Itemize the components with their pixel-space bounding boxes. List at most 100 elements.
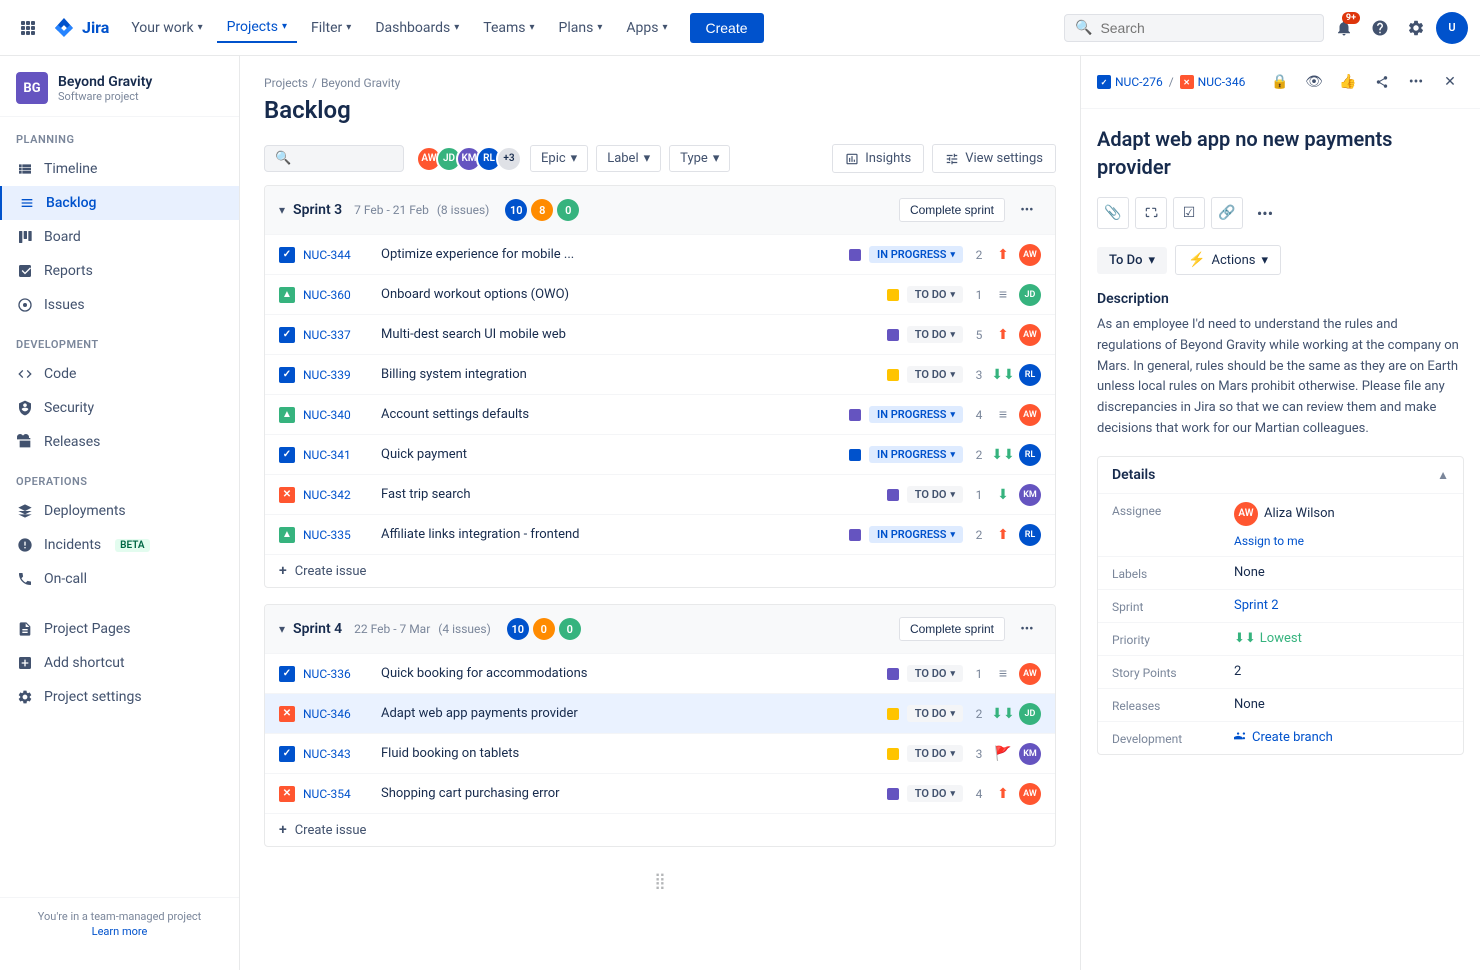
issue-status-badge[interactable]: TO DO ▾ — [907, 326, 963, 343]
issue-key[interactable]: NUC-342 — [303, 488, 373, 502]
issue-key[interactable]: NUC-360 — [303, 288, 373, 302]
assign-to-me-link[interactable]: Assign to me — [1234, 534, 1304, 548]
sidebar-item-board[interactable]: Board — [0, 220, 239, 254]
table-row[interactable]: ▲ NUC-335 Affiliate links integration - … — [265, 514, 1055, 554]
actions-button[interactable]: ⚡ Actions ▾ — [1175, 245, 1281, 275]
issue-key[interactable]: NUC-337 — [303, 328, 373, 342]
table-row[interactable]: ✓ NUC-343 Fluid booking on tablets TO DO… — [265, 733, 1055, 773]
user-avatar[interactable]: U — [1436, 12, 1468, 44]
sidebar-item-add-shortcut[interactable]: Add shortcut — [0, 646, 239, 680]
table-row[interactable]: ✓ NUC-344 Optimize experience for mobile… — [265, 234, 1055, 274]
breadcrumb-beyond-gravity[interactable]: Beyond Gravity — [321, 76, 400, 90]
sidebar-item-issues[interactable]: Issues — [0, 288, 239, 322]
nav-projects[interactable]: Projects ▾ — [217, 13, 297, 43]
like-icon[interactable]: 👍 — [1334, 68, 1362, 96]
sidebar-item-backlog[interactable]: Backlog — [0, 186, 239, 220]
notifications-button[interactable]: 9+ — [1328, 12, 1360, 44]
sidebar-project[interactable]: BG Beyond Gravity Software project — [0, 56, 239, 117]
sprint-4-header[interactable]: ▾ Sprint 4 22 Feb - 7 Mar (4 issues) 10 … — [265, 605, 1055, 653]
create-button[interactable]: Create — [690, 13, 764, 43]
issue-status-badge[interactable]: TO DO ▾ — [907, 705, 963, 722]
sprint-3-create-issue[interactable]: + Create issue — [265, 554, 1055, 587]
checklist-button[interactable]: ☑ — [1173, 197, 1205, 229]
nav-apps[interactable]: Apps ▾ — [616, 14, 677, 42]
child-issues-button[interactable] — [1135, 197, 1167, 229]
attach-button[interactable]: 📎 — [1097, 197, 1129, 229]
sidebar-item-oncall[interactable]: On-call — [0, 562, 239, 596]
sprint-4-menu-button[interactable]: ••• — [1013, 615, 1041, 643]
nav-teams[interactable]: Teams ▾ — [473, 14, 544, 42]
table-row[interactable]: ✕ NUC-354 Shopping cart purchasing error… — [265, 773, 1055, 813]
nav-your-work[interactable]: Your work ▾ — [121, 14, 212, 42]
detail-breadcrumb-parent[interactable]: ✓ NUC-276 — [1097, 75, 1163, 89]
settings-button[interactable] — [1400, 12, 1432, 44]
issue-status-badge[interactable]: TO DO ▾ — [907, 785, 963, 802]
sprint-4-complete-button[interactable]: Complete sprint — [899, 617, 1005, 641]
label-filter[interactable]: Label ▾ — [596, 145, 661, 172]
table-row[interactable]: ▲ NUC-340 Account settings defaults IN P… — [265, 394, 1055, 434]
sidebar-item-project-pages[interactable]: Project Pages — [0, 612, 239, 646]
issue-status-badge[interactable]: TO DO ▾ — [907, 745, 963, 762]
jira-logo[interactable]: Jira — [52, 16, 109, 40]
sidebar-item-reports[interactable]: Reports — [0, 254, 239, 288]
help-button[interactable] — [1364, 12, 1396, 44]
status-dropdown[interactable]: To Do ▾ — [1097, 247, 1167, 274]
table-row[interactable]: ✓ NUC-339 Billing system integration TO … — [265, 354, 1055, 394]
view-settings-button[interactable]: View settings — [932, 144, 1056, 173]
sidebar-item-releases[interactable]: Releases — [0, 425, 239, 459]
nav-filter[interactable]: Filter ▾ — [301, 14, 361, 42]
issue-key[interactable]: NUC-335 — [303, 528, 373, 542]
table-row[interactable]: ✕ NUC-342 Fast trip search TO DO ▾ 1 ⬇ K… — [265, 474, 1055, 514]
sidebar-item-timeline[interactable]: Timeline — [0, 152, 239, 186]
table-row[interactable]: ✓ NUC-341 Quick payment IN PROGRESS ▾ 2 … — [265, 434, 1055, 474]
issue-status-badge[interactable]: IN PROGRESS ▾ — [869, 406, 963, 423]
detail-breadcrumb-current[interactable]: ✕ NUC-346 — [1180, 75, 1246, 89]
filter-search-input[interactable] — [297, 151, 393, 166]
table-row[interactable]: ✕ NUC-346 Adapt web app payments provide… — [265, 693, 1055, 733]
close-panel-icon[interactable]: ✕ — [1436, 68, 1464, 96]
epic-filter[interactable]: Epic ▾ — [530, 145, 588, 172]
filter-search-box[interactable]: 🔍 — [264, 145, 404, 172]
issue-status-badge[interactable]: IN PROGRESS ▾ — [869, 246, 963, 263]
more-actions-icon[interactable]: ••• — [1402, 68, 1430, 96]
issue-status-badge[interactable]: IN PROGRESS ▾ — [869, 526, 963, 543]
sidebar-item-incidents[interactable]: Incidents BETA — [0, 528, 239, 562]
apps-grid-icon[interactable] — [12, 12, 44, 44]
table-row[interactable]: ✓ NUC-337 Multi-dest search UI mobile we… — [265, 314, 1055, 354]
sprint-3-complete-button[interactable]: Complete sprint — [899, 198, 1005, 222]
learn-more-link[interactable]: Learn more — [16, 925, 223, 938]
issue-status-badge[interactable]: TO DO ▾ — [907, 665, 963, 682]
issue-key[interactable]: NUC-343 — [303, 747, 373, 761]
details-section-header[interactable]: Details ▲ — [1098, 457, 1463, 493]
nav-dashboards[interactable]: Dashboards ▾ — [365, 14, 469, 42]
sidebar-item-project-settings[interactable]: Project settings — [0, 680, 239, 714]
issue-key[interactable]: NUC-336 — [303, 667, 373, 681]
sidebar-item-security[interactable]: Security — [0, 391, 239, 425]
issue-key[interactable]: NUC-340 — [303, 408, 373, 422]
issue-status-badge[interactable]: TO DO ▾ — [907, 486, 963, 503]
issue-key[interactable]: NUC-354 — [303, 787, 373, 801]
more-detail-tools-button[interactable]: ••• — [1249, 197, 1281, 229]
lock-icon[interactable]: 🔒 — [1266, 68, 1294, 96]
sprint-link[interactable]: Sprint 2 — [1234, 598, 1279, 613]
share-icon[interactable] — [1368, 68, 1396, 96]
avatar-count-badge[interactable]: +3 — [496, 146, 522, 172]
link-button[interactable]: 🔗 — [1211, 197, 1243, 229]
watch-icon[interactable]: 👁 — [1300, 68, 1328, 96]
sprint-4-create-issue[interactable]: + Create issue — [265, 813, 1055, 846]
issue-status-badge[interactable]: IN PROGRESS ▾ — [869, 446, 963, 463]
insights-button[interactable]: Insights — [832, 144, 924, 173]
create-branch-link[interactable]: Create branch — [1234, 730, 1449, 745]
sidebar-item-deployments[interactable]: Deployments — [0, 494, 239, 528]
table-row[interactable]: ▲ NUC-360 Onboard workout options (OWO) … — [265, 274, 1055, 314]
sprint-3-header[interactable]: ▾ Sprint 3 7 Feb - 21 Feb (8 issues) 10 … — [265, 186, 1055, 234]
issue-status-badge[interactable]: TO DO ▾ — [907, 286, 963, 303]
search-input[interactable] — [1100, 20, 1313, 36]
issue-key[interactable]: NUC-344 — [303, 248, 373, 262]
table-row[interactable]: ✓ NUC-336 Quick booking for accommodatio… — [265, 653, 1055, 693]
sprint-3-menu-button[interactable]: ••• — [1013, 196, 1041, 224]
breadcrumb-projects[interactable]: Projects — [264, 76, 308, 90]
type-filter[interactable]: Type ▾ — [669, 145, 730, 172]
sidebar-item-code[interactable]: Code — [0, 357, 239, 391]
issue-key[interactable]: NUC-341 — [303, 448, 373, 462]
